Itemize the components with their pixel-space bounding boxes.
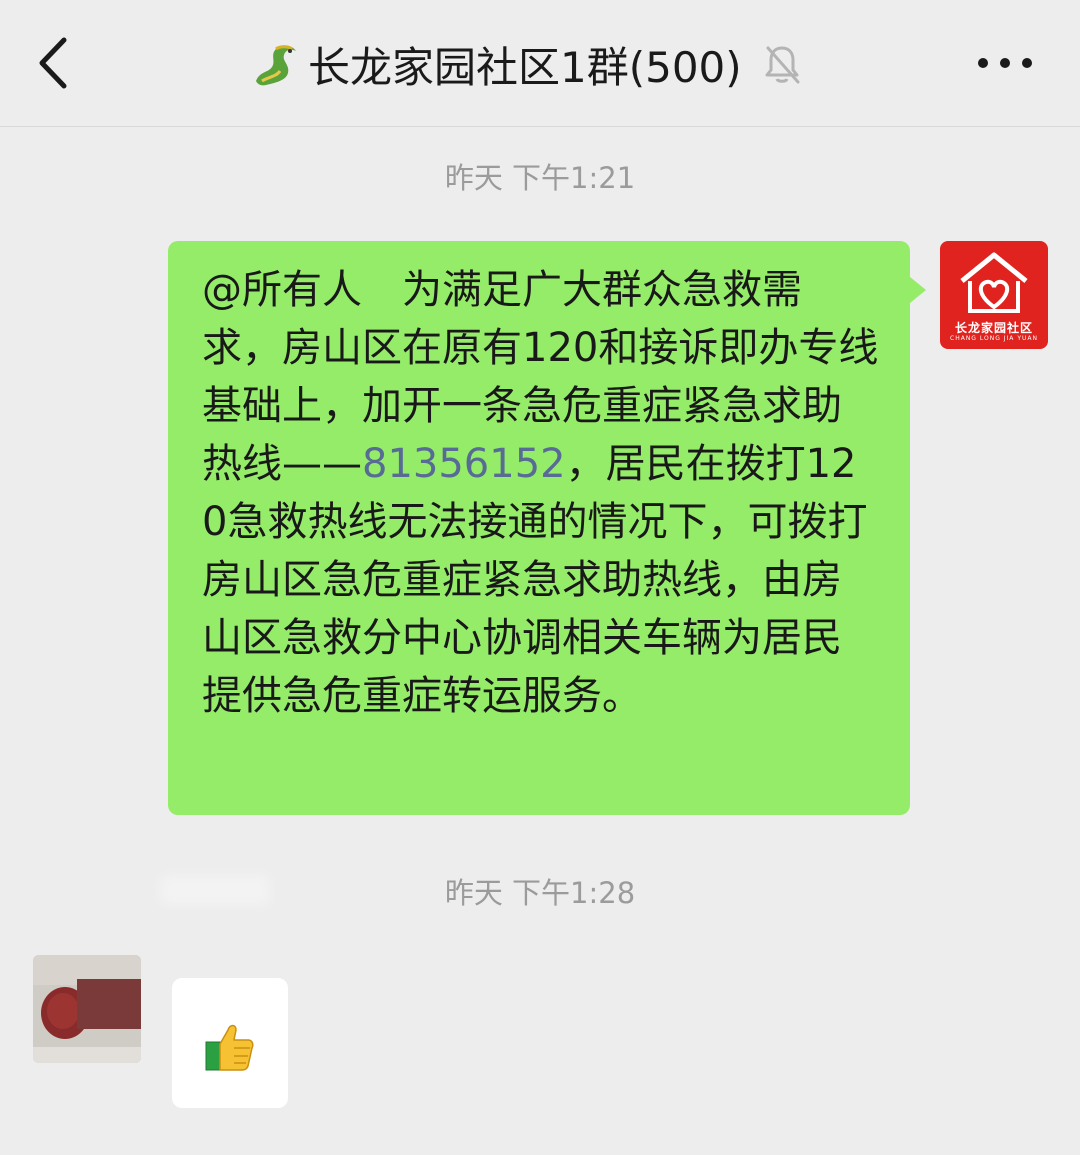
bell-off-icon	[765, 46, 800, 84]
avatar[interactable]: 长龙家园社区 CHANG LONG JIA YUAN	[940, 241, 1048, 349]
chat-title-area[interactable]: 长龙家园社区1群(500)	[250, 34, 802, 94]
sender-name	[160, 875, 270, 905]
thumbs-up-icon	[205, 1024, 254, 1071]
logo-name: 长龙家园社区	[954, 321, 1033, 335]
dragon-icon	[256, 45, 296, 86]
chat-header: 长龙家园社区1群(500)	[0, 0, 1080, 127]
message-timestamp: 昨天 下午1:21	[444, 161, 636, 195]
chat-title: 长龙家园社区1群(500)	[308, 42, 742, 92]
message-text: @所有人 为满足广大群众急救需求，房山区在原有120和接诉即办专线基础上，加开一…	[202, 261, 880, 725]
more-button[interactable]	[970, 40, 1040, 86]
logo-subtitle: CHANG LONG JIA YUAN	[950, 335, 1038, 342]
phone-number-link[interactable]: 81356152	[362, 441, 566, 487]
sent-message-bubble[interactable]: @所有人 为满足广大群众急救需求，房山区在原有120和接诉即办专线基础上，加开一…	[168, 241, 926, 815]
chevron-left-icon	[39, 37, 67, 89]
avatar[interactable]	[33, 955, 141, 1063]
received-message-bubble[interactable]	[172, 978, 288, 1108]
chat-screen: 长龙家园社区1群(500) 昨天 下午1:21 @所有人 为满足广大群众急救需求…	[0, 0, 1080, 1155]
avatar-photo	[33, 955, 141, 1063]
back-button[interactable]	[28, 30, 88, 96]
more-dots-icon	[978, 58, 1032, 68]
